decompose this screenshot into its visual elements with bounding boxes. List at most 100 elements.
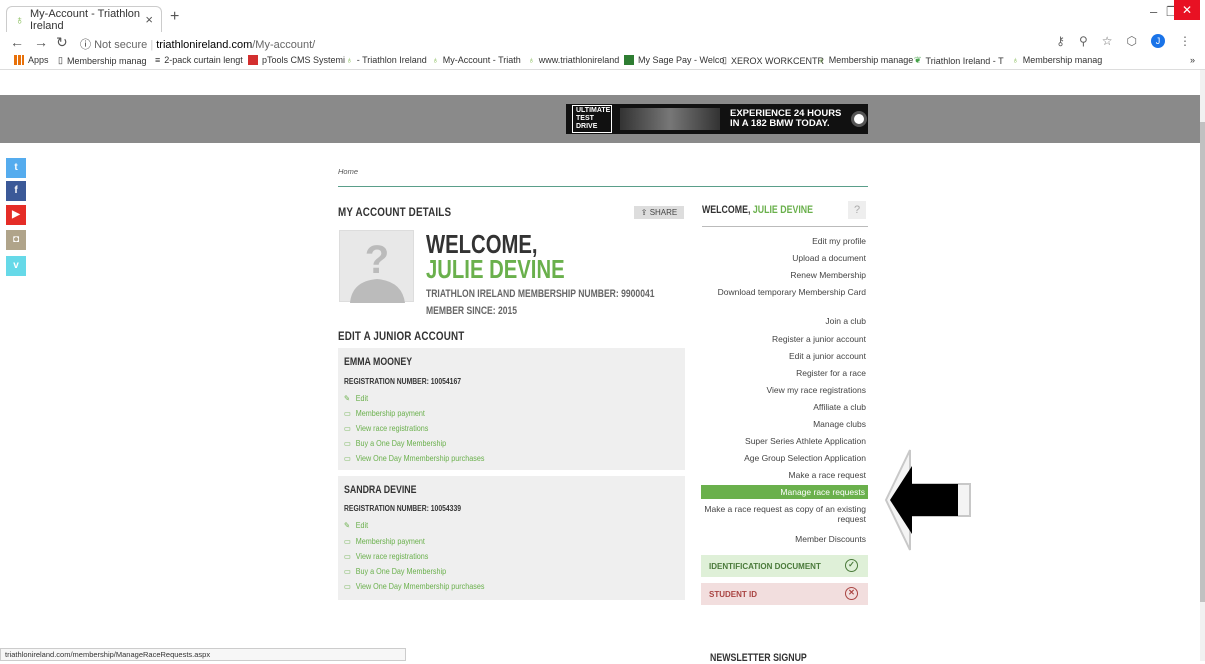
twitter-icon[interactable]: t bbox=[6, 158, 26, 178]
minimize-icon[interactable]: – bbox=[1150, 4, 1157, 19]
divider bbox=[338, 186, 868, 187]
edit-icon: ✎ bbox=[344, 394, 351, 403]
junior-card: SANDRA DEVINE REGISTRATION NUMBER: 10054… bbox=[338, 476, 685, 600]
monitor-icon: ▭ bbox=[344, 552, 351, 561]
page-icon: ≡ bbox=[155, 55, 161, 65]
edit-icon: ✎ bbox=[344, 521, 351, 530]
member-since: MEMBER SINCE: 2015 bbox=[426, 305, 518, 317]
sidebar-link-manage-race-requests[interactable]: Manage race requests bbox=[701, 485, 868, 499]
check-circle-icon: ✓ bbox=[845, 559, 858, 572]
sidebar-link-register-junior[interactable]: Register a junior account bbox=[702, 334, 866, 344]
junior-buy-oneday-link[interactable]: ▭ Buy a One Day Membership bbox=[344, 567, 446, 576]
junior-view-race-link[interactable]: ▭ View race registrations bbox=[344, 552, 428, 561]
ad-badge: ULTIMATE TEST DRIVE bbox=[572, 105, 612, 133]
browser-tab-bar: ♁ My-Account - Triathlon Ireland × + – ❐… bbox=[0, 0, 1205, 32]
leaf-icon: ❦ bbox=[914, 55, 922, 65]
breadcrumb[interactable]: Home bbox=[338, 167, 358, 176]
junior-membership-payment-link[interactable]: ▭ Membership payment bbox=[344, 537, 425, 546]
user-name: JULIE DEVINE bbox=[426, 254, 565, 284]
address-bar: ← → ↻ ⓘ Not secure | triathlonireland.co… bbox=[0, 32, 1205, 52]
sidebar-link-edit-junior[interactable]: Edit a junior account bbox=[702, 351, 866, 361]
sidebar-link-renew-membership[interactable]: Renew Membership bbox=[702, 270, 866, 280]
bookmark-apps[interactable]: Apps bbox=[14, 55, 49, 65]
scrollbar-thumb[interactable] bbox=[1200, 122, 1205, 602]
extension-icon[interactable]: ⬡ bbox=[1127, 34, 1137, 48]
sagepay-icon bbox=[624, 55, 634, 65]
bookmark-item[interactable]: ♁ Membership manag bbox=[1012, 55, 1102, 65]
ad-car-image bbox=[620, 108, 720, 130]
junior-view-oneday-link[interactable]: ▭ View One Day Mmembership purchases bbox=[344, 582, 484, 591]
student-id-status[interactable]: STUDENT ID ✕ bbox=[701, 583, 868, 605]
close-tab-icon[interactable]: × bbox=[145, 12, 153, 27]
triathlon-favicon-icon: ♁ bbox=[346, 55, 353, 65]
bookmark-item[interactable]: ♁ - Triathlon Ireland bbox=[346, 55, 427, 65]
newsletter-heading: NEWSLETTER SIGNUP bbox=[710, 652, 807, 664]
apps-grid-icon bbox=[14, 55, 24, 65]
bookmarks-overflow-icon[interactable]: » bbox=[1190, 55, 1195, 65]
sidebar-link-super-series[interactable]: Super Series Athlete Application bbox=[702, 436, 866, 446]
url-domain: triathlonireland.com bbox=[156, 39, 253, 51]
share-button[interactable]: ⇪ SHARE bbox=[634, 206, 684, 219]
monitor-icon: ▭ bbox=[344, 582, 351, 591]
facebook-icon[interactable]: f bbox=[6, 181, 26, 201]
account-heading: MY ACCOUNT DETAILS bbox=[338, 205, 452, 219]
triathlon-favicon-icon: ♁ bbox=[818, 55, 825, 65]
sidebar-welcome: WELCOME, JULIE DEVINE bbox=[702, 204, 813, 216]
junior-edit-link[interactable]: ✎ Edit bbox=[344, 394, 368, 403]
triathlon-favicon-icon: ♁ bbox=[15, 12, 24, 27]
url-field[interactable]: ⓘ Not secure | triathlonireland.com/My-a… bbox=[80, 36, 315, 52]
bookmark-item[interactable]: pTools CMS Systemi bbox=[248, 55, 345, 65]
sidebar-link-manage-clubs[interactable]: Manage clubs bbox=[702, 419, 866, 429]
bookmark-item[interactable]: ≡ 2-pack curtain lengt bbox=[155, 55, 243, 65]
new-tab-button[interactable]: + bbox=[170, 8, 179, 26]
bookmark-item[interactable]: ▯ XEROX WORKCENTR bbox=[722, 55, 824, 66]
info-icon: ⓘ bbox=[80, 39, 91, 51]
profile-avatar[interactable]: J bbox=[1151, 34, 1165, 48]
membership-number: TRIATHLON IRELAND MEMBERSHIP NUMBER: 990… bbox=[426, 288, 655, 300]
sidebar-link-join-club[interactable]: Join a club bbox=[702, 316, 866, 326]
junior-view-oneday-link[interactable]: ▭ View One Day Mmembership purchases bbox=[344, 454, 484, 463]
sidebar-link-upload-document[interactable]: Upload a document bbox=[702, 253, 866, 263]
junior-reg-number: REGISTRATION NUMBER: 10054339 bbox=[344, 504, 462, 513]
browser-tab[interactable]: ♁ My-Account - Triathlon Ireland × bbox=[6, 6, 162, 32]
zoom-icon[interactable]: ⚲ bbox=[1079, 34, 1088, 48]
profile-avatar-placeholder: ? bbox=[339, 230, 414, 303]
junior-edit-link[interactable]: ✎ Edit bbox=[344, 521, 368, 530]
page-icon: ▯ bbox=[58, 55, 63, 65]
vimeo-icon[interactable]: v bbox=[6, 256, 26, 276]
junior-buy-oneday-link[interactable]: ▭ Buy a One Day Membership bbox=[344, 439, 446, 448]
reload-icon[interactable]: ↻ bbox=[56, 34, 68, 51]
menu-icon[interactable]: ⋮ bbox=[1179, 34, 1191, 48]
bookmark-item[interactable]: ▯ Membership manag bbox=[58, 55, 147, 66]
bmw-advert[interactable]: ULTIMATE TEST DRIVE EXPERIENCE 24 HOURS I… bbox=[566, 104, 868, 134]
identification-document-status[interactable]: IDENTIFICATION DOCUMENT ✓ bbox=[701, 555, 868, 577]
back-icon[interactable]: ← bbox=[10, 34, 24, 50]
key-icon[interactable]: ⚷ bbox=[1056, 34, 1065, 48]
bookmark-item[interactable]: My Sage Pay - Welco bbox=[624, 55, 724, 65]
junior-membership-payment-link[interactable]: ▭ Membership payment bbox=[344, 409, 425, 418]
bookmarks-bar: Apps ▯ Membership manag ≡ 2-pack curtain l… bbox=[0, 52, 1205, 70]
sidebar-link-copy-race-request[interactable]: Make a race request as copy of an existi… bbox=[702, 504, 866, 524]
bookmark-item[interactable]: ♁ www.triathlonireland bbox=[528, 55, 619, 65]
window-close-icon[interactable]: ✕ bbox=[1174, 0, 1200, 20]
junior-view-race-link[interactable]: ▭ View race registrations bbox=[344, 424, 428, 433]
youtube-icon[interactable]: ▶ bbox=[6, 205, 26, 225]
sidebar-link-make-race-request[interactable]: Make a race request bbox=[702, 470, 866, 480]
star-icon[interactable]: ☆ bbox=[1102, 34, 1113, 48]
sidebar-link-member-discounts[interactable]: Member Discounts bbox=[702, 534, 866, 544]
divider bbox=[702, 226, 868, 227]
instagram-icon[interactable]: ◘ bbox=[6, 230, 26, 250]
forward-icon[interactable]: → bbox=[34, 34, 48, 50]
sidebar-link-view-registrations[interactable]: View my race registrations bbox=[702, 385, 866, 395]
sidebar-link-edit-profile[interactable]: Edit my profile bbox=[702, 236, 866, 246]
sidebar-link-register-race[interactable]: Register for a race bbox=[702, 368, 866, 378]
bookmark-item[interactable]: ❦ Triathlon Ireland - T bbox=[914, 55, 1004, 66]
bookmark-item[interactable]: ♁ Membership manage bbox=[818, 55, 913, 65]
sidebar-link-age-group[interactable]: Age Group Selection Application bbox=[702, 453, 866, 463]
triathlon-favicon-icon: ♁ bbox=[1012, 55, 1019, 65]
sidebar-link-download-card[interactable]: Download temporary Membership Card bbox=[702, 287, 866, 297]
sidebar-link-affiliate-club[interactable]: Affiliate a club bbox=[702, 402, 866, 412]
monitor-icon: ▭ bbox=[344, 424, 351, 433]
bookmark-item[interactable]: ♁ My-Account - Triath bbox=[432, 55, 521, 65]
triathlon-favicon-icon: ♁ bbox=[528, 55, 535, 65]
